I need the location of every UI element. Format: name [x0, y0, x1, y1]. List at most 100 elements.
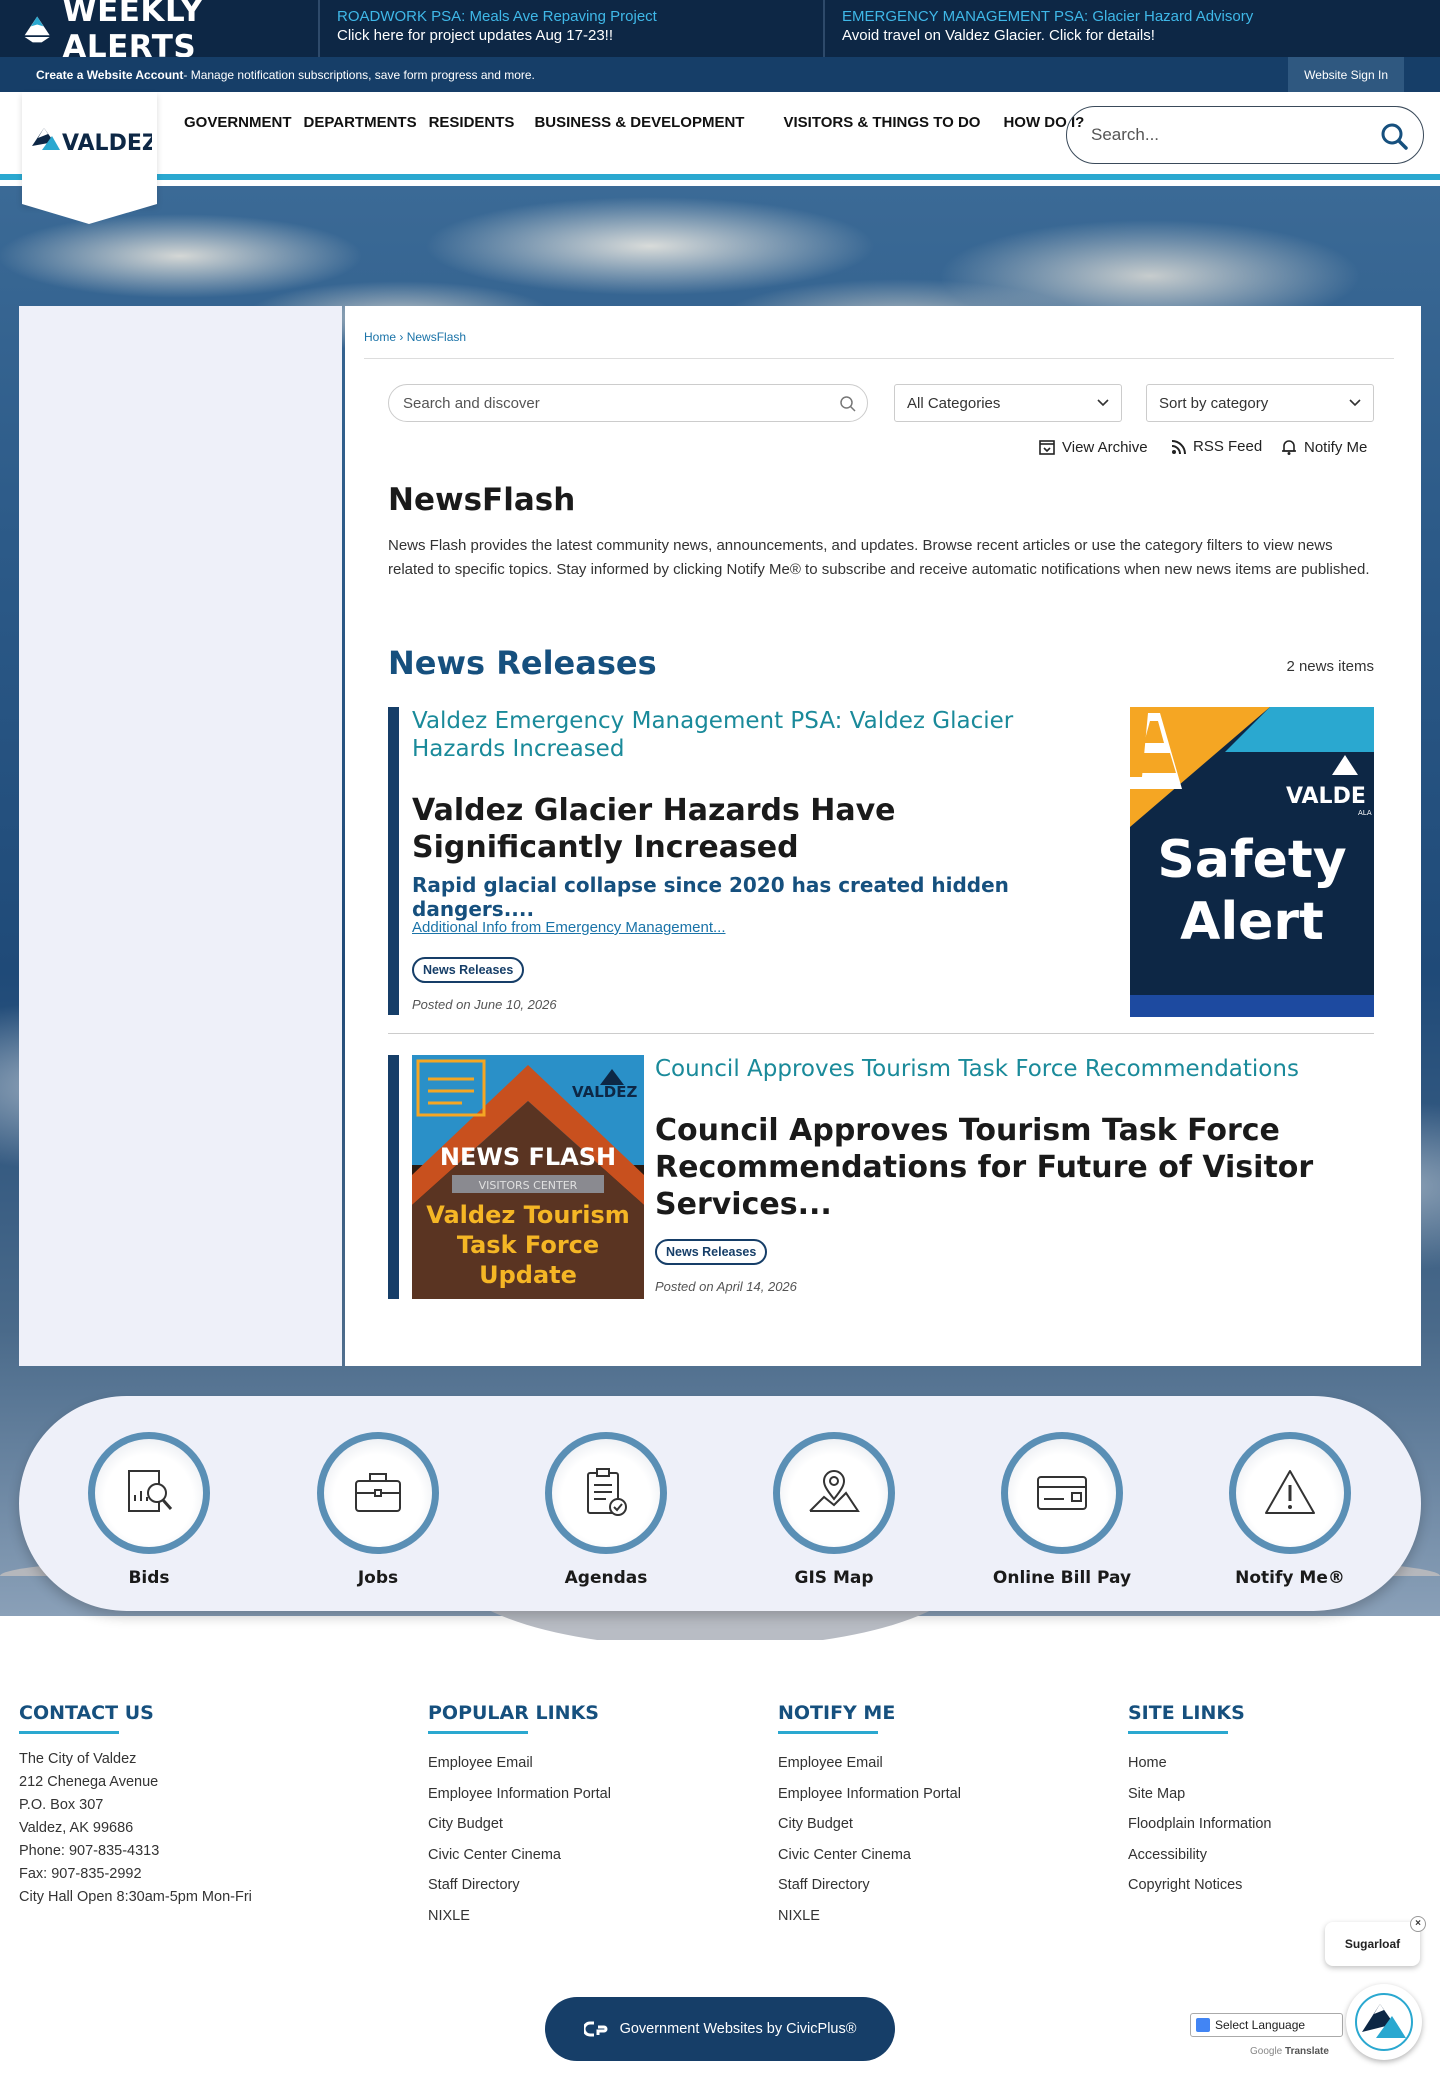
chevron-down-icon	[1097, 399, 1109, 407]
site-search-input[interactable]: Search...	[1066, 106, 1424, 164]
footer-link[interactable]: City Budget	[778, 1809, 961, 1840]
quicklink-agendas[interactable]: Agendas	[526, 1432, 686, 1588]
category-select-value: All Categories	[907, 394, 1001, 412]
footer-link[interactable]: Employee Information Portal	[428, 1779, 611, 1810]
briefcase-icon	[355, 1473, 401, 1512]
contact-line: Valdez, AK 99686	[19, 1820, 134, 1836]
category-select[interactable]: All Categories	[894, 384, 1122, 422]
quicklink-online-bill-pay[interactable]: Online Bill Pay	[982, 1432, 1142, 1588]
breadcrumb-current[interactable]: NewsFlash	[407, 330, 466, 344]
nav-business[interactable]: BUSINESS & DEVELOPMENT	[534, 114, 744, 131]
footer-link[interactable]: Staff Directory	[428, 1870, 611, 1901]
footer-popular-links: POPULAR LINKS Employee Email Employee In…	[428, 1702, 611, 1931]
quicklink-label[interactable]: Notify Me®	[1210, 1568, 1370, 1588]
footer-link[interactable]: Floodplain Information	[1128, 1809, 1271, 1840]
search-icon[interactable]	[1379, 121, 1409, 151]
logo-text: VALDEZ	[62, 131, 152, 156]
news-search-placeholder: Search and discover	[403, 394, 540, 412]
footer-site-links: SITE LINKS Home Site Map Floodplain Info…	[1128, 1702, 1271, 1901]
quicklink-circle[interactable]	[88, 1432, 210, 1554]
civicplus-button[interactable]: Government Websites by CivicPlus®	[545, 1997, 895, 2061]
quicklink-bids[interactable]: Bids	[69, 1432, 229, 1588]
footer-link[interactable]: Civic Center Cinema	[778, 1840, 961, 1871]
tourism-update-thumbnail[interactable]: VALDEZ NEWS FLASH VISITORS CENTER Valdez…	[412, 1055, 644, 1299]
alert-roadwork[interactable]: ROADWORK PSA: Meals Ave Repaving Project…	[320, 0, 825, 57]
quicklink-circle[interactable]	[545, 1432, 667, 1554]
account-bar-text: - Manage notification subscriptions, sav…	[183, 67, 535, 82]
alert-title[interactable]: EMERGENCY MANAGEMENT PSA: Glacier Hazard…	[842, 8, 1313, 26]
sugarloaf-chat-bubble[interactable]: Sugarloaf ×	[1325, 1916, 1426, 1966]
nav-residents[interactable]: RESIDENTS	[429, 114, 515, 131]
chevron-down-icon	[1349, 399, 1361, 407]
news-item: Valdez Emergency Management PSA: Valdez …	[388, 707, 1374, 1017]
footer-link[interactable]: Civic Center Cinema	[428, 1840, 611, 1871]
news-item-count: 2 news items	[1286, 658, 1374, 675]
footer-link[interactable]: Accessibility	[1128, 1840, 1271, 1871]
quicklink-notify-me[interactable]: Notify Me®	[1210, 1432, 1370, 1588]
alert-emergency[interactable]: EMERGENCY MANAGEMENT PSA: Glacier Hazard…	[825, 0, 1330, 57]
quicklink-circle[interactable]	[317, 1432, 439, 1554]
footer-link[interactable]: Employee Email	[778, 1748, 961, 1779]
footer-heading: SITE LINKS	[1128, 1702, 1245, 1734]
breadcrumb-home[interactable]: Home	[364, 330, 396, 344]
language-select[interactable]: Select Language	[1190, 2013, 1343, 2037]
quicklink-jobs[interactable]: Jobs	[298, 1432, 458, 1588]
account-bar: Create a Website Account - Manage notifi…	[0, 57, 1440, 92]
news-item-title-link[interactable]: Valdez Emergency Management PSA: Valdez …	[412, 707, 1092, 763]
close-icon[interactable]: ×	[1410, 1916, 1426, 1932]
view-archive-label: View Archive	[1062, 438, 1148, 456]
news-item: VALDEZ NEWS FLASH VISITORS CENTER Valdez…	[388, 1055, 1374, 1305]
quicklink-circle[interactable]	[1229, 1432, 1351, 1554]
footer-link[interactable]: Staff Directory	[778, 1870, 961, 1901]
footer-link[interactable]: NIXLE	[778, 1901, 961, 1932]
sugarloaf-label: Sugarloaf	[1344, 1937, 1401, 1951]
footer-link[interactable]: Employee Email	[428, 1748, 611, 1779]
create-account-link[interactable]: Create a Website Account	[36, 68, 183, 82]
news-item-category-tag[interactable]: News Releases	[655, 1239, 768, 1265]
page-title: NewsFlash	[388, 482, 576, 518]
quicklink-gis-map[interactable]: GIS Map	[754, 1432, 914, 1588]
quicklink-circle[interactable]	[1001, 1432, 1123, 1554]
sort-select[interactable]: Sort by category	[1146, 384, 1374, 422]
contact-line: 212 Chenega Avenue	[19, 1774, 159, 1790]
nav-government[interactable]: GOVERNMENT	[184, 114, 292, 131]
footer-contact: CONTACT US The City of Valdez 212 Cheneg…	[19, 1702, 252, 1909]
notify-me-link[interactable]: Notify Me	[1280, 438, 1367, 456]
news-search-input[interactable]: Search and discover	[388, 384, 868, 422]
alert-desc[interactable]: Click here for project updates Aug 17-23…	[337, 26, 806, 46]
quicklink-label[interactable]: Agendas	[526, 1568, 686, 1588]
news-item-title-link[interactable]: Council Approves Tourism Task Force Reco…	[655, 1055, 1375, 1083]
view-archive-link[interactable]: View Archive	[1038, 438, 1148, 456]
footer-heading: CONTACT US	[19, 1702, 154, 1734]
footer-link[interactable]: Employee Information Portal	[778, 1779, 961, 1810]
footer-link[interactable]: Site Map	[1128, 1779, 1271, 1810]
nav-visitors[interactable]: VISITORS & THINGS TO DO	[783, 114, 980, 131]
news-item-read-more[interactable]: Additional Info from Emergency Managemen…	[412, 919, 726, 936]
quicklink-label[interactable]: Bids	[69, 1568, 229, 1588]
bell-icon	[1282, 440, 1296, 455]
thumb-line2-text: Task Force	[457, 1231, 599, 1259]
safety-alert-thumbnail[interactable]: VALDE ALA Safety Alert	[1130, 707, 1374, 1017]
footer-link[interactable]: NIXLE	[428, 1901, 611, 1932]
footer-link[interactable]: Copyright Notices	[1128, 1870, 1271, 1901]
nav-departments[interactable]: DEPARTMENTS	[304, 114, 417, 131]
rss-feed-link[interactable]: RSS Feed	[1171, 438, 1262, 455]
main-nav: GOVERNMENT DEPARTMENTS RESIDENTS BUSINES…	[184, 114, 1096, 131]
site-links-list: Home Site Map Floodplain Information Acc…	[1128, 1748, 1271, 1901]
footer-link[interactable]: City Budget	[428, 1809, 611, 1840]
news-item-category-tag[interactable]: News Releases	[412, 957, 525, 983]
map-pin-icon	[809, 1470, 860, 1512]
quicklink-circle[interactable]	[773, 1432, 895, 1554]
powered-by-google-translate[interactable]: Google Translate	[1250, 2046, 1329, 2057]
alert-desc[interactable]: Avoid travel on Valdez Glacier. Click fo…	[842, 26, 1313, 46]
chatbot-badge[interactable]	[1346, 1984, 1422, 2060]
quicklink-label[interactable]: Jobs	[298, 1568, 458, 1588]
logo[interactable]: VALDEZ	[22, 92, 157, 224]
valdez-mountain-icon	[1355, 1993, 1413, 2051]
search-icon[interactable]	[839, 395, 857, 413]
alert-title[interactable]: ROADWORK PSA: Meals Ave Repaving Project	[337, 8, 806, 26]
quicklink-label[interactable]: GIS Map	[754, 1568, 914, 1588]
footer-link[interactable]: Home	[1128, 1748, 1271, 1779]
quicklink-label[interactable]: Online Bill Pay	[982, 1568, 1142, 1588]
sign-in-button[interactable]: Website Sign In	[1288, 57, 1404, 92]
